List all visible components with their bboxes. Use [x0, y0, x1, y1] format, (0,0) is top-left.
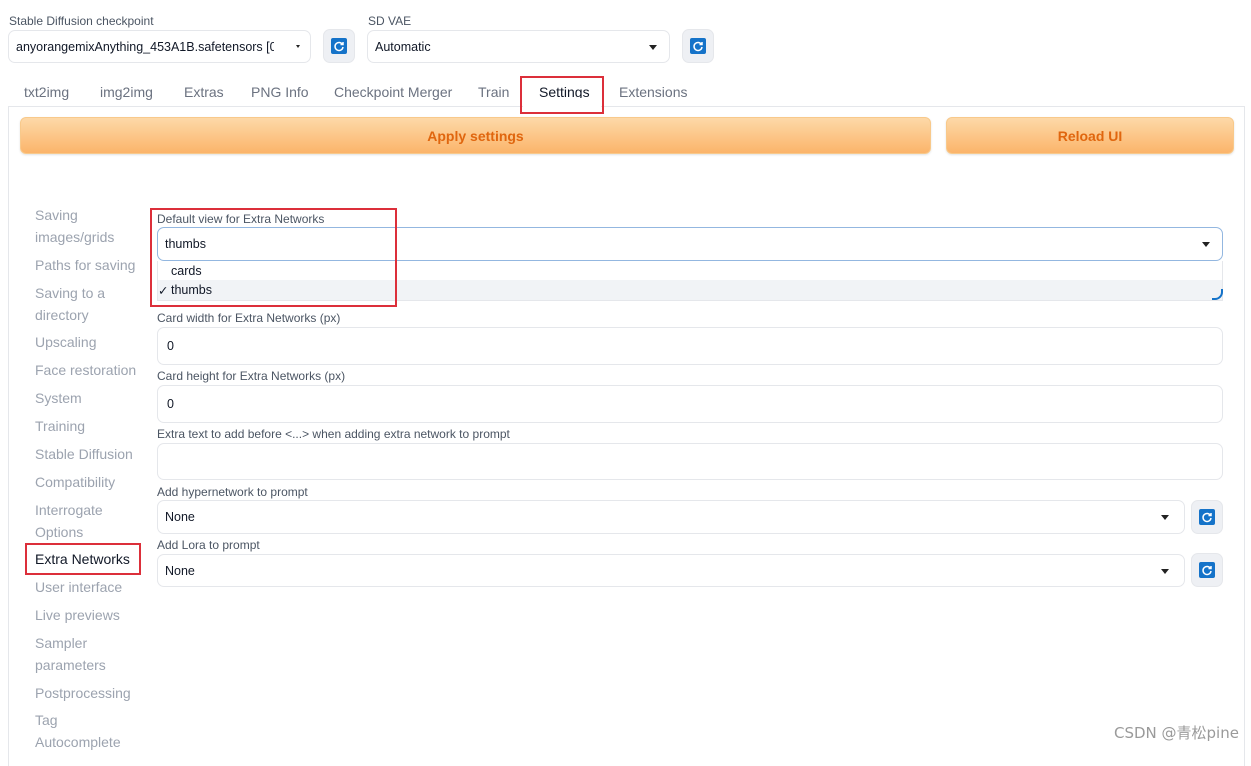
hypernetwork-select[interactable]: None [157, 500, 1185, 534]
sidebar-item-saving-to-directory[interactable]: Saving to a directory [35, 282, 140, 326]
card-height-value: 0 [167, 397, 174, 411]
sidebar-item-upscaling[interactable]: Upscaling [35, 331, 140, 353]
chevron-down-icon [296, 44, 300, 48]
card-height-label: Card height for Extra Networks (px) [157, 369, 346, 383]
tab-checkpoint-merger[interactable]: Checkpoint Merger [334, 84, 452, 100]
sidebar-item-stable-diffusion[interactable]: Stable Diffusion [35, 443, 140, 465]
tab-img2img[interactable]: img2img [100, 84, 153, 100]
sidebar-item-saving-images[interactable]: Saving images/grids [35, 204, 140, 248]
sidebar-item-compatibility[interactable]: Compatibility [35, 471, 140, 493]
highlight-extra-networks [25, 543, 141, 575]
reload-ui-button[interactable]: Reload UI [946, 117, 1234, 154]
highlight-default-view [150, 208, 397, 307]
lora-value: None [165, 563, 195, 578]
vae-select[interactable]: Automatic [367, 30, 670, 63]
tab-extras[interactable]: Extras [184, 84, 224, 100]
sidebar-item-interrogate-options[interactable]: Interrogate Options [35, 499, 140, 543]
tab-extensions[interactable]: Extensions [619, 84, 687, 100]
card-width-value: 0 [167, 339, 174, 353]
tab-png-info[interactable]: PNG Info [251, 84, 309, 100]
checkpoint-label: Stable Diffusion checkpoint [9, 14, 154, 28]
sidebar-item-training[interactable]: Training [35, 415, 140, 437]
hypernetwork-refresh-button[interactable] [1191, 500, 1223, 534]
card-width-label: Card width for Extra Networks (px) [157, 311, 341, 325]
sidebar-item-face-restoration[interactable]: Face restoration [35, 359, 140, 381]
vae-label: SD VAE [368, 14, 412, 28]
refresh-icon [1199, 509, 1215, 525]
watermark: CSDN @青松pine [1114, 724, 1239, 742]
chevron-down-icon [1161, 515, 1169, 520]
chevron-down-icon [1202, 242, 1210, 247]
vae-refresh-button[interactable] [682, 29, 714, 63]
lora-select[interactable]: None [157, 554, 1185, 587]
refresh-icon [690, 38, 706, 54]
refresh-icon [331, 38, 347, 54]
card-height-input[interactable]: 0 [157, 385, 1223, 423]
vae-value: Automatic [375, 39, 431, 54]
checkpoint-value: anyorangemixAnything_453A1B.safetensors … [16, 39, 274, 54]
sidebar-item-sampler-parameters[interactable]: Sampler parameters [35, 632, 140, 676]
checkpoint-refresh-button[interactable] [323, 29, 355, 63]
refresh-icon [1199, 562, 1215, 578]
sidebar-item-user-interface[interactable]: User interface [35, 576, 140, 598]
apply-settings-button[interactable]: Apply settings [20, 117, 931, 154]
tab-train[interactable]: Train [478, 84, 509, 100]
checkpoint-select[interactable]: anyorangemixAnything_453A1B.safetensors … [8, 30, 311, 63]
tab-txt2img[interactable]: txt2img [24, 84, 69, 100]
lora-refresh-button[interactable] [1191, 553, 1223, 587]
extra-text-label: Extra text to add before <...> when addi… [157, 427, 510, 441]
sidebar-item-tag-autocomplete[interactable]: Tag Autocomplete [35, 709, 140, 753]
sidebar-item-system[interactable]: System [35, 387, 140, 409]
chevron-down-icon [649, 44, 657, 50]
lora-label: Add Lora to prompt [157, 538, 260, 552]
chevron-down-icon [1161, 568, 1169, 574]
hypernetwork-label: Add hypernetwork to prompt [157, 485, 308, 499]
extra-text-input[interactable] [157, 443, 1223, 480]
card-width-input[interactable]: 0 [157, 327, 1223, 365]
hypernetwork-value: None [165, 510, 195, 524]
sidebar-item-live-previews[interactable]: Live previews [35, 604, 140, 626]
sidebar-item-postprocessing[interactable]: Postprocessing [35, 682, 140, 704]
sidebar-item-paths-for-saving[interactable]: Paths for saving [35, 254, 140, 276]
highlight-settings-tab [520, 76, 604, 114]
